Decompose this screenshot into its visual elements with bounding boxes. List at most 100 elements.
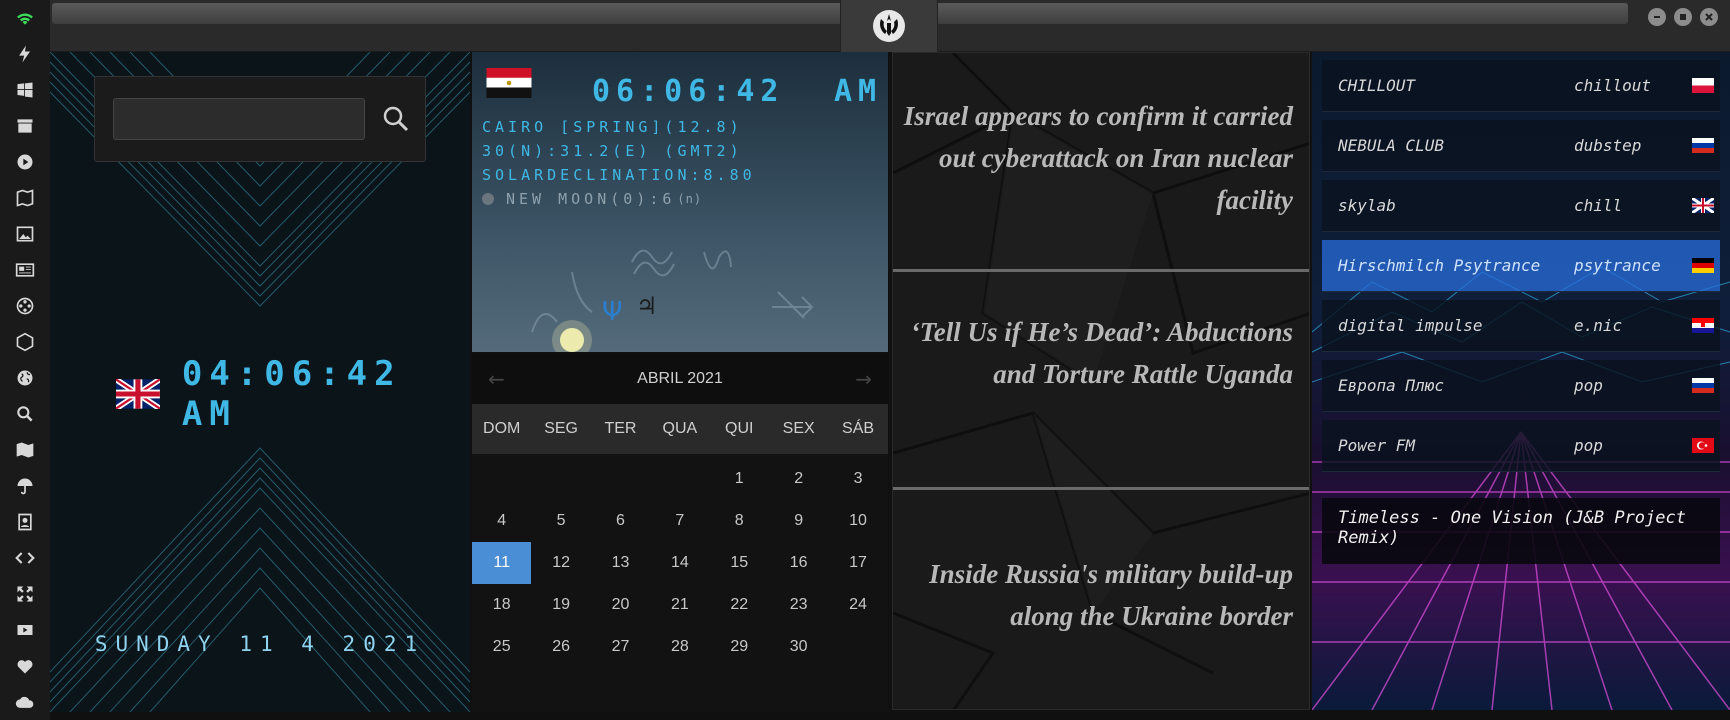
youtube-icon[interactable] <box>13 618 37 642</box>
windows-icon[interactable] <box>13 78 37 102</box>
image-icon[interactable] <box>13 222 37 246</box>
calendar-day[interactable]: 24 <box>828 584 887 626</box>
contact-icon[interactable] <box>13 510 37 534</box>
weekday-label: DOM <box>483 420 521 437</box>
germany-flag-icon <box>1692 258 1714 273</box>
map-book-icon[interactable] <box>13 186 37 210</box>
news-headline[interactable]: ‘Tell Us if He’s Dead’: Abductions and T… <box>893 311 1309 395</box>
croatia-flag-icon <box>1692 318 1714 333</box>
calendar-day-today[interactable]: 11 <box>472 542 532 584</box>
now-playing[interactable]: Timeless - One Vision (J&B Project Remix… <box>1322 498 1720 564</box>
search-button[interactable] <box>379 101 413 137</box>
local-time: 04:06:42 AM <box>181 354 402 434</box>
calendar-month: ABRIL 2021 <box>637 370 723 387</box>
umbrella-icon[interactable] <box>13 474 37 498</box>
station-row[interactable]: Power FM pop <box>1322 420 1720 472</box>
search-input[interactable] <box>113 98 365 140</box>
poland-flag-icon <box>1692 78 1714 93</box>
calendar-blank <box>591 458 650 500</box>
sidebar <box>0 0 50 720</box>
archive-icon[interactable] <box>13 114 37 138</box>
calendar-day[interactable]: 29 <box>710 626 769 668</box>
calendar-day[interactable]: 10 <box>828 500 887 542</box>
russia-flag-icon <box>1692 138 1714 153</box>
station-name: CHILLOUT <box>1338 76 1416 95</box>
station-row[interactable]: CHILLOUT chillout <box>1322 60 1720 112</box>
calendar-day[interactable]: 9 <box>769 500 828 542</box>
calendar-day[interactable]: 19 <box>531 584 590 626</box>
expand-icon[interactable] <box>13 582 37 606</box>
map-icon[interactable] <box>13 438 37 462</box>
calendar-day[interactable]: 16 <box>769 542 828 584</box>
calendar-day[interactable]: 25 <box>472 626 531 668</box>
calendar-day[interactable]: 26 <box>531 626 590 668</box>
station-genre: e.nic <box>1574 316 1623 335</box>
calendar-day[interactable]: 7 <box>650 500 709 542</box>
calendar-day[interactable]: 4 <box>472 500 531 542</box>
clock-panel: 04:06:42 AM SUNDAY 11 4 2021 <box>50 52 470 712</box>
calendar-day[interactable]: 13 <box>591 542 650 584</box>
station-name: digital impulse <box>1338 316 1483 335</box>
calendar-day[interactable]: 1 <box>710 458 769 500</box>
calendar-day[interactable]: 27 <box>591 626 650 668</box>
calendar-day[interactable]: 5 <box>531 500 590 542</box>
weekday-label: QUI <box>725 420 754 437</box>
calendar-day[interactable]: 30 <box>769 626 828 668</box>
station-genre: pop <box>1574 376 1603 395</box>
news-divider <box>893 487 1309 490</box>
prev-month-button[interactable]: ← <box>488 367 505 391</box>
weekday-label: SEG <box>544 420 578 437</box>
calendar-day[interactable]: 17 <box>828 542 887 584</box>
calendar-day[interactable]: 21 <box>650 584 709 626</box>
city-info-panel: 06:06:42 AM CAIRO [SPRING](12.8) 30(N):3… <box>472 52 888 352</box>
news-divider <box>893 269 1309 272</box>
close-button[interactable] <box>1700 8 1718 26</box>
heart-icon[interactable] <box>13 654 37 678</box>
calendar-day[interactable]: 22 <box>710 584 769 626</box>
calendar-day[interactable]: 6 <box>591 500 650 542</box>
hexagon-icon[interactable] <box>13 330 37 354</box>
bolt-icon[interactable] <box>13 42 37 66</box>
news-icon[interactable] <box>13 258 37 282</box>
local-clock: 04:06:42 AM <box>116 354 470 434</box>
calendar-day[interactable]: 3 <box>828 458 887 500</box>
minimize-button[interactable] <box>1648 8 1666 26</box>
calendar-day[interactable]: 12 <box>531 542 590 584</box>
search-box <box>94 76 426 162</box>
film-reel-icon[interactable] <box>13 294 37 318</box>
station-row[interactable]: Hirschmilch Psytrance psytrance <box>1322 240 1720 292</box>
search-icon <box>383 106 409 132</box>
next-month-button[interactable]: → <box>855 367 872 391</box>
calendar-day[interactable]: 23 <box>769 584 828 626</box>
news-headline[interactable]: Israel appears to confirm it carried out… <box>893 95 1309 221</box>
calendar-day[interactable]: 8 <box>710 500 769 542</box>
code-icon[interactable] <box>13 546 37 570</box>
news-headline[interactable]: Inside Russia's military build-up along … <box>893 553 1309 637</box>
station-row[interactable]: digital impulse e.nic <box>1322 300 1720 352</box>
weekday-label: SEX <box>782 420 815 437</box>
search-icon[interactable] <box>13 402 37 426</box>
cloud-icon[interactable] <box>13 690 37 714</box>
calendar-blank <box>650 458 709 500</box>
calendar-day[interactable]: 14 <box>650 542 709 584</box>
station-row[interactable]: NEBULA CLUB dubstep <box>1322 120 1720 172</box>
globe-icon[interactable] <box>13 366 37 390</box>
station-row[interactable]: Европа Плюс pop <box>1322 360 1720 412</box>
calendar-grid: 1 2 3 4 5 6 7 8 9 10 11 12 13 14 15 16 17 18 19 20 21 22 23 24 2… <box>472 454 888 668</box>
app-window: 04:06:42 AM SUNDAY 11 4 2021 06:06:42 AM… <box>0 0 1730 720</box>
calendar-day[interactable]: 18 <box>472 584 531 626</box>
station-genre: pop <box>1574 436 1603 455</box>
play-icon[interactable] <box>13 150 37 174</box>
station-name: NEBULA CLUB <box>1338 136 1444 155</box>
calendar-day[interactable]: 20 <box>591 584 650 626</box>
calendar-day[interactable]: 2 <box>769 458 828 500</box>
svg-text:♃: ♃ <box>636 292 658 320</box>
wifi-icon[interactable] <box>13 6 37 30</box>
calendar-day[interactable]: 28 <box>650 626 709 668</box>
rebel-logo-tab[interactable] <box>840 0 938 52</box>
station-row[interactable]: skylab chill <box>1322 180 1720 232</box>
calendar-header: ← ABRIL 2021 → <box>472 354 888 404</box>
maximize-button[interactable] <box>1674 8 1692 26</box>
weekday-label: QUA <box>662 420 698 437</box>
calendar-day[interactable]: 15 <box>710 542 769 584</box>
